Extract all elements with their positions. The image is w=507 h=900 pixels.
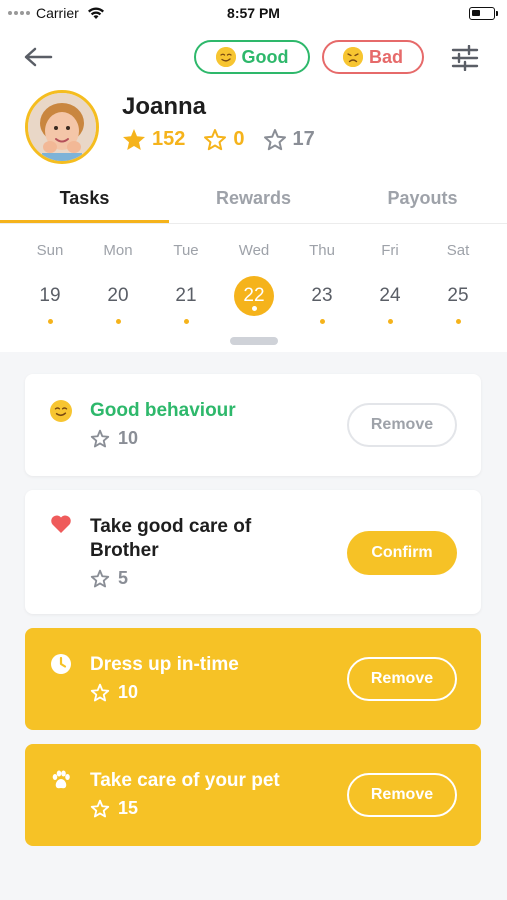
good-label: Good xyxy=(241,46,289,67)
day-number: 19 xyxy=(39,285,61,306)
day-name: Fri xyxy=(381,242,399,259)
star-outline-icon xyxy=(90,429,110,448)
day-thu[interactable]: Thu 23 xyxy=(288,236,356,324)
day-name: Thu xyxy=(309,242,335,259)
task-points: 10 xyxy=(90,428,138,449)
star-outline-icon xyxy=(90,569,110,588)
day-wed[interactable]: Wed 22 xyxy=(220,236,288,316)
battery-icon xyxy=(469,7,498,20)
tab-payouts[interactable]: Payouts xyxy=(338,172,507,224)
bad-label: Bad xyxy=(368,46,403,67)
remove-button[interactable]: Remove xyxy=(347,657,457,701)
drag-handle[interactable] xyxy=(230,337,278,345)
task-title: Take good care of Brother xyxy=(90,515,251,563)
star-outline-icon xyxy=(90,799,110,818)
day-tue[interactable]: Tue 21 xyxy=(152,236,220,324)
day-dot xyxy=(455,319,461,324)
task-points-value: 5 xyxy=(118,568,129,588)
task-title-line: Take good care of xyxy=(90,516,252,537)
star-filled-icon xyxy=(123,129,145,150)
day-dot xyxy=(183,319,189,324)
stars-spent-value: 17 xyxy=(292,128,315,150)
avatar[interactable] xyxy=(25,90,99,164)
day-number: 24 xyxy=(379,285,401,306)
day-dot xyxy=(387,319,393,324)
day-name: Sat xyxy=(446,242,470,259)
task-card-pet-care: Take care of your pet 15 Remove xyxy=(25,744,481,846)
stars-earned: 152 xyxy=(122,128,185,151)
remove-button[interactable]: Remove xyxy=(347,773,457,817)
arrow-left-icon xyxy=(24,47,53,67)
task-points-value: 10 xyxy=(118,428,139,448)
task-title: Good behaviour xyxy=(90,400,236,421)
task-points-value: 10 xyxy=(118,682,139,702)
status-bar: Carrier 8:57 PM xyxy=(0,0,507,28)
star-outline-gold-icon xyxy=(204,129,227,151)
task-title-line: Brother xyxy=(90,540,159,561)
tab-rewards[interactable]: Rewards xyxy=(169,172,338,224)
task-title: Take care of your pet xyxy=(90,770,280,791)
day-number: 20 xyxy=(107,285,129,306)
bad-button[interactable]: Bad xyxy=(322,40,424,74)
stars-spent: 17 xyxy=(263,128,315,151)
tab-indicator xyxy=(0,220,169,223)
day-name: Sun xyxy=(36,242,64,259)
smile-emoji-icon xyxy=(49,399,73,423)
heart-icon xyxy=(49,512,73,536)
day-sun[interactable]: Sun 19 xyxy=(16,236,84,324)
day-mon[interactable]: Mon 20 xyxy=(84,236,152,324)
day-fri[interactable]: Fri 24 xyxy=(356,236,424,324)
filter-button[interactable] xyxy=(448,42,482,74)
day-name: Mon xyxy=(103,242,133,259)
task-points: 10 xyxy=(90,682,138,703)
stars-pending: 0 xyxy=(203,128,245,151)
day-number: 21 xyxy=(175,285,197,306)
status-time: 8:57 PM xyxy=(227,5,280,21)
task-card-dress-up: Dress up in-time 10 Remove xyxy=(25,628,481,730)
paw-icon xyxy=(49,768,73,792)
day-name: Wed xyxy=(238,242,270,259)
smile-emoji-icon xyxy=(215,47,236,67)
task-title: Dress up in-time xyxy=(90,654,239,675)
back-button[interactable] xyxy=(22,42,54,72)
task-card-take-care-brother: Take good care of Brother 5 Confirm xyxy=(25,490,481,614)
stars-pending-value: 0 xyxy=(233,128,245,150)
task-card-good-behaviour: Good behaviour 10 Remove xyxy=(25,374,481,476)
tab-tasks[interactable]: Tasks xyxy=(0,172,169,224)
star-outline-gray-icon xyxy=(263,129,286,151)
task-points: 5 xyxy=(90,568,128,589)
sliders-icon xyxy=(451,45,479,71)
task-points-value: 15 xyxy=(118,798,139,818)
child-photo xyxy=(28,93,96,161)
day-name: Tue xyxy=(173,242,199,259)
remove-button[interactable]: Remove xyxy=(347,403,457,447)
task-points: 15 xyxy=(90,798,138,819)
confirm-button[interactable]: Confirm xyxy=(347,531,457,575)
day-number: 25 xyxy=(447,285,469,306)
stars-earned-value: 152 xyxy=(152,128,186,150)
sad-emoji-icon xyxy=(342,47,363,67)
profile-stats: 152 0 17 xyxy=(122,128,333,151)
day-dot xyxy=(47,319,53,324)
day-dot xyxy=(251,306,257,311)
day-dot xyxy=(319,319,325,324)
day-sat[interactable]: Sat 25 xyxy=(424,236,492,324)
good-button[interactable]: Good xyxy=(194,40,310,74)
day-number: 23 xyxy=(311,285,333,306)
star-outline-icon xyxy=(90,683,110,702)
tab-bar: Tasks Rewards Payouts xyxy=(0,172,507,224)
profile-name: Joanna xyxy=(122,93,207,120)
clock-icon xyxy=(49,652,73,676)
day-dot xyxy=(115,319,121,324)
